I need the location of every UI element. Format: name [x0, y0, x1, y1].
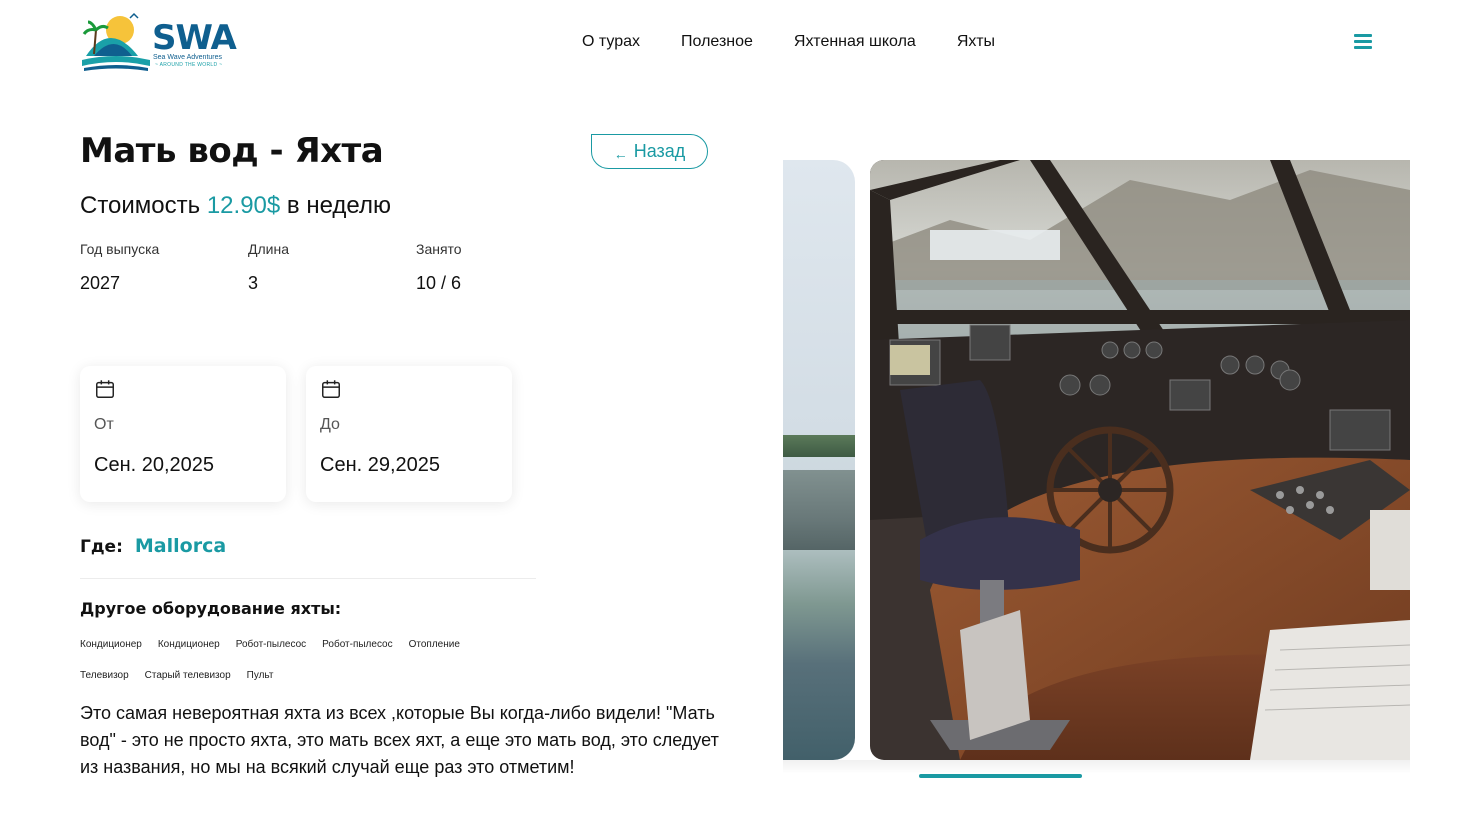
- date-to-label: До: [320, 416, 340, 433]
- price-suffix: в неделю: [286, 192, 391, 219]
- spec-value: 10 / 6: [416, 273, 462, 293]
- site-logo[interactable]: SWA Sea Wave Adventures ~ AROUND THE WOR…: [80, 10, 237, 76]
- gallery-main-photo[interactable]: [870, 160, 1410, 760]
- equipment-item: Отопление: [408, 639, 460, 650]
- yacht-bridge-photo: [870, 160, 1410, 760]
- nav-item-yacht-school[interactable]: Яхтенная школа: [794, 33, 916, 51]
- equipment-item: Кондиционер: [157, 639, 220, 650]
- spec-label: Год выпуска: [80, 241, 160, 257]
- yacht-description: Это самая невероятная яхта из всех ,кото…: [80, 703, 719, 777]
- spec-year: Год выпуска 2027: [80, 241, 248, 294]
- price-line: Стоимость 12.90$ в неделю: [80, 192, 391, 220]
- date-from-card[interactable]: От Сен. 20,2025: [80, 366, 286, 502]
- main-nav: О турах Полезное Яхтенная школа Яхты: [582, 33, 1036, 51]
- calendar-icon: [96, 380, 114, 398]
- yacht-specs: Год выпуска 2027 Длина 3 Занято 10 / 6: [80, 241, 584, 294]
- equipment-item: Пульт: [246, 670, 274, 681]
- date-from-value: Сен. 20,2025: [94, 454, 215, 476]
- location: Где: Mallorca: [80, 535, 226, 557]
- back-button[interactable]: ← Назад: [591, 134, 708, 169]
- spec-value: 2027: [80, 273, 121, 293]
- hamburger-menu-icon[interactable]: [1354, 34, 1372, 50]
- page-title: Мать вод - Яхта: [80, 131, 384, 171]
- price-amount: 12.90$: [206, 192, 281, 219]
- logo-subtagline: ~ AROUND THE WORLD ~: [155, 62, 223, 68]
- gallery-progress-bar[interactable]: [919, 774, 1082, 778]
- gallery-prev-slide[interactable]: [783, 160, 855, 760]
- spec-occupied: Занято 10 / 6: [416, 241, 584, 294]
- nav-item-yachts[interactable]: Яхты: [957, 33, 995, 51]
- date-to-card[interactable]: До Сен. 29,2025: [306, 366, 512, 502]
- equipment-list: Кондиционер Кондиционер Робот-пылесос Ро…: [80, 639, 480, 701]
- nav-item-tours[interactable]: О турах: [582, 33, 640, 51]
- logo-island-icon: [82, 12, 150, 71]
- logo-tagline: Sea Wave Adventures: [153, 54, 223, 61]
- price-prefix: Стоимость: [80, 192, 201, 219]
- spec-value: 3: [248, 273, 259, 293]
- spec-length: Длина 3: [248, 241, 416, 294]
- location-value[interactable]: Mallorca: [135, 535, 226, 557]
- calendar-icon: [322, 380, 340, 398]
- date-from-label: От: [94, 416, 114, 433]
- location-label: Где:: [80, 537, 123, 557]
- equipment-title: Другое оборудование яхты:: [80, 599, 342, 618]
- spec-label: Занято: [416, 241, 462, 257]
- divider: [80, 578, 536, 579]
- date-to-value: Сен. 29,2025: [320, 454, 441, 476]
- shoreline: [783, 435, 855, 457]
- arrow-left-icon: ←: [613, 145, 628, 162]
- equipment-item: Старый телевизор: [144, 670, 231, 681]
- logo-text: SWA: [152, 18, 237, 58]
- equipment-item: Кондиционер: [80, 639, 142, 650]
- nav-item-useful[interactable]: Полезное: [681, 33, 753, 51]
- back-button-label: Назад: [633, 141, 686, 161]
- equipment-item: Робот-пылесос: [322, 639, 393, 650]
- rocks: [783, 470, 855, 550]
- equipment-item: Робот-пылесос: [235, 639, 307, 650]
- equipment-item: Телевизор: [80, 670, 129, 681]
- spec-label: Длина: [248, 241, 289, 257]
- gallery-shadow: [783, 760, 1410, 774]
